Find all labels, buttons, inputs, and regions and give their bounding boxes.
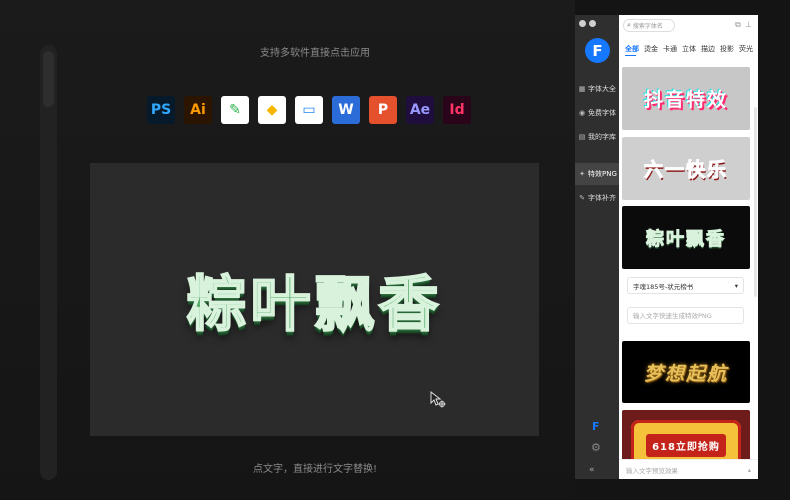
photoshop-icon[interactable]: PS (147, 96, 175, 124)
app-icon-bar: PS Ai ✎ ◆ ▭ W P Ae Id (147, 96, 471, 124)
free-icon: ◉ (578, 109, 586, 117)
collapse-icon[interactable]: « (589, 465, 595, 475)
tab-3d[interactable]: 立体 (682, 44, 696, 54)
chevron-up-icon[interactable]: ▴ (748, 466, 751, 474)
window-minimize-button[interactable] (589, 20, 596, 27)
sidebar-item-effect-png[interactable]: ✦ 特效PNG (575, 163, 619, 185)
effect-card[interactable]: 梦想起航 (622, 341, 750, 403)
tab-neon[interactable]: 荧光 (739, 44, 753, 54)
gear-icon[interactable]: ⚙ (591, 441, 601, 454)
active-tab-indicator (625, 55, 636, 56)
sidebar-item-my-library[interactable]: ▤ 我的字库 (575, 126, 619, 148)
effect-card-selected[interactable]: 粽叶飘香 (622, 206, 750, 269)
brand-icon[interactable]: F (592, 420, 600, 433)
keynote-icon[interactable]: ▭ (295, 96, 323, 124)
footer-text: 点文字，直接进行文字替换! (252, 464, 377, 475)
sidebar-item-label: 字体补齐 (588, 194, 616, 202)
tab-all[interactable]: 全部 (625, 44, 639, 54)
search-icon: ⌕ (627, 21, 631, 29)
preview-input-bar[interactable]: 输入文字预览效果 ▴ (619, 459, 758, 479)
tab-gold[interactable]: 烫金 (644, 44, 658, 54)
font-select[interactable]: 字魂185号-状元榜书 ▾ (627, 277, 744, 294)
panel-scrollbar[interactable] (754, 107, 757, 297)
window-close-button[interactable] (579, 20, 586, 27)
indesign-icon[interactable]: Id (443, 96, 471, 124)
tab-stroke[interactable]: 描边 (701, 44, 715, 54)
powerpoint-icon[interactable]: P (369, 96, 397, 124)
preview-canvas[interactable]: 粽叶飘香 (90, 163, 539, 436)
scrollbar-thumb[interactable] (43, 51, 54, 107)
sidebar-item-font-library[interactable]: ▦ 字体大全 (575, 78, 619, 100)
chevron-down-icon: ▾ (734, 281, 738, 290)
effect-icon: ✦ (579, 170, 585, 178)
effect-card[interactable]: 六一快乐 (622, 137, 750, 200)
cursor-icon (430, 391, 446, 408)
panel-content: ⌕ 搜索字体名 ⧉ ⊥ 全部 烫金 卡通 立体 描边 投影 荧光 抖音特效 六一… (619, 15, 758, 479)
main-area: 支持多软件直接点击应用 PS Ai ✎ ◆ ▭ W P Ae Id 粽叶飘香 点… (0, 0, 575, 500)
tab-cartoon[interactable]: 卡通 (663, 44, 677, 54)
tab-shadow[interactable]: 投影 (720, 44, 734, 54)
effect-card[interactable]: 抖音特效 (622, 67, 750, 130)
search-box[interactable]: ⌕ 搜索字体名 (623, 19, 675, 32)
library-icon: ▤ (578, 133, 586, 141)
word-icon[interactable]: W (332, 96, 360, 124)
category-tabs: 全部 烫金 卡通 立体 描边 投影 荧光 (625, 44, 753, 54)
header-text: 支持多软件直接点击应用 (260, 48, 370, 59)
effect-text-input[interactable] (627, 307, 744, 324)
background-edge (758, 15, 790, 479)
font-panel: F ▦ 字体大全 ◉ 免费字体 ▤ 我的字库 ✦ 特效PNG ✎ 字体补齐 F … (575, 15, 758, 479)
marquee-text: 618立即抢购 (646, 433, 726, 457)
external-link-icon[interactable]: ⧉ (735, 20, 741, 30)
sidebar-item-label: 特效PNG (588, 170, 617, 178)
scrollbar-track[interactable] (40, 45, 57, 480)
sidebar-item-label: 免费字体 (588, 109, 616, 117)
sidebar-item-free-fonts[interactable]: ◉ 免费字体 (575, 102, 619, 124)
search-input[interactable]: 搜索字体名 (633, 21, 663, 30)
coreldraw-icon[interactable]: ✎ (221, 96, 249, 124)
sidebar-item-font-complete[interactable]: ✎ 字体补齐 (575, 187, 619, 209)
sketch-icon[interactable]: ◆ (258, 96, 286, 124)
app-logo: F (585, 38, 610, 63)
after-effects-icon[interactable]: Ae (406, 96, 434, 124)
preview-input[interactable]: 输入文字预览效果 (626, 465, 678, 475)
wrench-icon: ✎ (579, 194, 585, 202)
pin-icon[interactable]: ⊥ (745, 20, 752, 29)
sidebar-item-label: 我的字库 (588, 133, 616, 141)
grid-icon: ▦ (578, 85, 586, 93)
illustrator-icon[interactable]: Ai (184, 96, 212, 124)
sidebar-item-label: 字体大全 (588, 85, 616, 93)
preview-text[interactable]: 粽叶飘香 (90, 163, 539, 436)
panel-sidebar: F ▦ 字体大全 ◉ 免费字体 ▤ 我的字库 ✦ 特效PNG ✎ 字体补齐 F … (575, 15, 619, 479)
font-select-value: 字魂185号-状元榜书 (633, 282, 694, 291)
